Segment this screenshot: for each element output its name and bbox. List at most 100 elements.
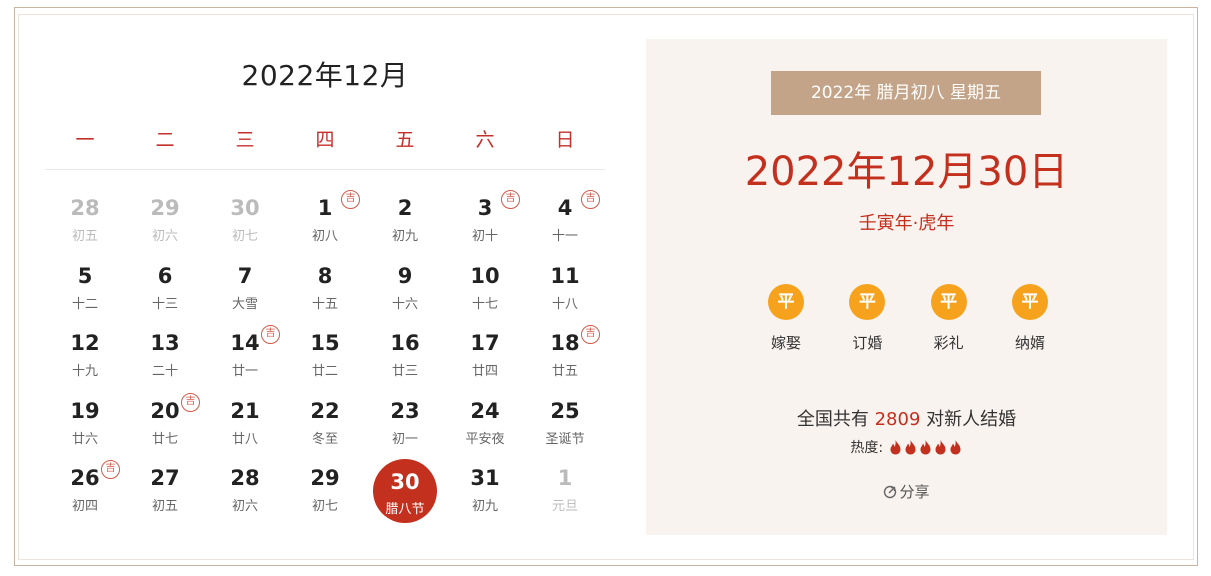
day-cell[interactable]: 6 十三 [125,250,205,318]
day-number: 23 [390,398,420,423]
ji-badge-icon: 吉 [501,190,520,209]
day-number: 2 [397,196,413,220]
ji-badge-icon: 吉 [581,325,600,344]
lunar-day: 十八 [551,296,578,312]
weekday-label: 二 [155,129,175,151]
day-cell[interactable]: 20 廿七吉 [125,385,205,453]
day-cell[interactable]: 14 廿一吉 [205,317,285,385]
lunar-day: 腊八节 [385,502,425,517]
lunar-date-banner: 2022年 腊月初八 星期五 [771,71,1041,115]
day-cell[interactable]: 2 初九 [365,182,445,250]
day-number: 15 [310,331,340,355]
day-cell[interactable]: 11 十八 [525,250,605,318]
lunar-day: 初一 [391,431,418,447]
lunar-day: 大雪 [231,296,258,312]
day-number: 5 [77,263,93,288]
lunar-day: 初九 [471,499,498,514]
day-cell[interactable]: 17 廿四 [445,317,525,385]
day-cell[interactable]: 13 二十 [125,317,205,385]
day-number: 8 [317,263,333,288]
lunar-day: 初五 [151,499,178,514]
day-cell[interactable]: 29 初六 [125,182,205,250]
day-cell[interactable]: 10 十七 [445,250,525,318]
lunar-day: 廿二 [311,364,338,379]
weekday-label: 一 [75,129,95,151]
day-number: 24 [470,398,500,423]
day-cell[interactable]: 1 元旦 [525,452,605,520]
day-number: 29 [310,466,340,490]
share-button[interactable]: 分享 [646,481,1167,502]
day-number: 16 [390,331,420,355]
heat-flames [888,440,963,456]
wedding-count: 2809 [874,409,921,430]
share-label: 分享 [899,483,930,501]
lunar-day: 圣诞节 [545,431,585,447]
lunar-day: 初七 [311,499,338,514]
day-cell[interactable]: 3 初十吉 [445,182,525,250]
day-cell[interactable]: 5 十二 [45,250,125,318]
flame-icon [905,440,916,455]
day-cell[interactable]: 12 十九 [45,317,125,385]
day-number: 1 [557,466,573,490]
day-cell[interactable]: 9 十六 [365,250,445,318]
flame-icon [935,440,946,455]
day-number: 10 [470,263,500,288]
lunar-day: 十六 [391,296,418,312]
day-number: 9 [397,263,413,288]
day-cell-selected[interactable]: 30 腊八节 [365,452,445,523]
day-cell[interactable]: 25 圣诞节 [525,385,605,453]
day-number: 7 [237,263,253,288]
day-cell[interactable]: 7 大雪 [205,250,285,318]
day-number: 17 [470,331,500,355]
day-cell[interactable]: 30 初七 [205,182,285,250]
lunar-day: 初九 [391,229,418,244]
day-number: 21 [230,398,260,423]
lunar-day: 廿六 [71,431,98,447]
day-cell[interactable]: 15 廿二 [285,317,365,385]
day-cell[interactable]: 29 初七 [285,452,365,520]
day-cell[interactable]: 28 初五 [45,182,125,250]
lunar-day: 初四 [71,499,98,514]
day-detail-panel: 2022年 腊月初八 星期五 2022年12月30日 壬寅年·虎年 平 嫁娶 平… [646,39,1167,535]
activity-label: 订婚 [852,334,883,352]
lunar-day: 廿七 [151,431,178,447]
day-cell[interactable]: 31 初九 [445,452,525,520]
activity-rating-badge: 平 [768,284,804,320]
stats-prefix: 全国共有 [796,409,869,430]
lunar-day: 初七 [231,229,258,244]
day-cell[interactable]: 18 廿五吉 [525,317,605,385]
day-cell[interactable]: 8 十五 [285,250,365,318]
day-cell[interactable]: 21 廿八 [205,385,285,453]
activity-item: 平 嫁娶 [748,284,824,354]
lunar-day: 初五 [71,229,98,244]
ji-badge-icon: 吉 [101,460,120,479]
day-cell[interactable]: 28 初六 [205,452,285,520]
day-cell[interactable]: 16 廿三 [365,317,445,385]
day-cell[interactable]: 27 初五 [125,452,205,520]
day-number: 28 [70,196,100,220]
lunar-day: 十二 [71,296,98,312]
day-number: 29 [150,196,180,220]
flame-icon [950,440,961,455]
day-cell[interactable]: 23 初一 [365,385,445,453]
selected-date: 2022年12月30日 [744,149,1069,195]
flame-icon [890,440,901,455]
day-number: 25 [550,398,580,423]
ji-badge-icon: 吉 [341,190,360,209]
heat-label: 热度: [850,440,884,456]
month-title: 2022年12月 [241,59,409,92]
day-number: 30 [390,470,420,494]
day-cell[interactable]: 4 十一吉 [525,182,605,250]
lunar-day: 十三 [151,296,178,312]
lunar-day: 廿四 [471,364,498,379]
day-cell[interactable]: 24 平安夜 [445,385,525,453]
lunar-day: 二十 [151,364,178,379]
day-cell[interactable]: 1 初八吉 [285,182,365,250]
activity-rating-badge: 平 [930,284,967,320]
day-cell[interactable]: 19 廿六 [45,385,125,453]
ganzhi-year: 壬寅年·虎年 [858,213,955,234]
day-cell[interactable]: 26 初四吉 [45,452,125,520]
day-cell[interactable]: 22 冬至 [285,385,365,453]
day-number: 30 [230,196,260,220]
activity-rating-badge: 平 [849,284,886,320]
